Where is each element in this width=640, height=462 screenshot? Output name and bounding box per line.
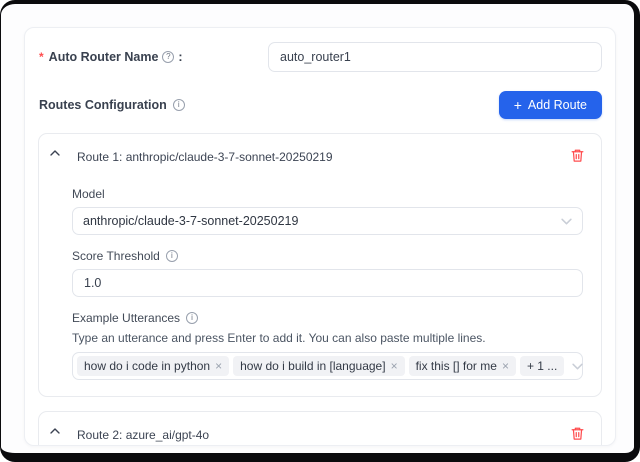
chevron-down-icon (572, 361, 583, 372)
auto-router-name-label: * Auto Router Name ? : (38, 50, 268, 64)
add-route-button[interactable]: + Add Route (499, 91, 602, 119)
model-select-value: anthropic/claude-3-7-sonnet-20250219 (83, 214, 298, 228)
collapse-chevron-up-icon[interactable] (50, 148, 60, 158)
tag-close-icon[interactable]: × (215, 360, 222, 372)
model-label: Model (72, 187, 583, 201)
tag-close-icon[interactable]: × (391, 360, 398, 372)
routes-configuration-label-text: Routes Configuration (39, 98, 167, 112)
route-2-title: Route 2: azure_ai/gpt-4o (77, 428, 570, 442)
example-utterances-label: Example Utterances i (72, 311, 583, 325)
routes-configuration-row: Routes Configuration i + Add Route (38, 91, 602, 119)
collapse-chevron-up-icon[interactable] (50, 426, 60, 436)
delete-route-2-trash-icon[interactable] (570, 426, 585, 441)
example-utterances-label-text: Example Utterances (72, 311, 180, 325)
route-1-title: Route 1: anthropic/claude-3-7-sonnet-202… (77, 150, 570, 164)
utterance-tag-text: how do i code in python (84, 359, 210, 373)
utterances-tag-input[interactable]: how do i code in python × how do i build… (72, 352, 583, 380)
app-window: * Auto Router Name ? : Routes Configurat… (0, 0, 640, 462)
route-1-body: Model anthropic/claude-3-7-sonnet-202502… (39, 176, 601, 396)
utterances-help-text: Type an utterance and press Enter to add… (72, 331, 583, 345)
plus-icon: + (514, 98, 522, 112)
utterance-tag-text: fix this [] for me (416, 359, 497, 373)
add-route-button-label: Add Route (528, 98, 587, 112)
overflow-count-text: + 1 ... (527, 359, 557, 373)
info-icon[interactable]: i (173, 99, 185, 111)
model-label-text: Model (72, 187, 105, 201)
utterance-tag: how do i build in [language] × (233, 356, 404, 376)
utterance-tag-text: how do i build in [language] (240, 359, 385, 373)
auto-router-form-card: * Auto Router Name ? : Routes Configurat… (24, 27, 616, 446)
delete-route-1-trash-icon[interactable] (570, 148, 585, 163)
score-threshold-label-text: Score Threshold (72, 249, 160, 263)
utterance-tag: fix this [] for me × (409, 356, 516, 376)
tag-close-icon[interactable]: × (502, 360, 509, 372)
score-threshold-label: Score Threshold i (72, 249, 583, 263)
auto-router-name-label-text: Auto Router Name (49, 50, 159, 64)
route-1-panel: Route 1: anthropic/claude-3-7-sonnet-202… (38, 133, 602, 397)
route-2-panel: Route 2: azure_ai/gpt-4o (38, 411, 602, 446)
info-icon[interactable]: i (166, 250, 178, 262)
auto-router-name-row: * Auto Router Name ? : (38, 42, 602, 72)
routes-configuration-label: Routes Configuration i (38, 98, 185, 112)
label-colon: : (178, 50, 182, 64)
auto-router-name-input[interactable] (268, 42, 602, 72)
utterance-tag: how do i code in python × (77, 356, 229, 376)
route-2-header[interactable]: Route 2: azure_ai/gpt-4o (39, 412, 601, 446)
required-asterisk: * (39, 50, 44, 64)
info-icon[interactable]: i (186, 312, 198, 324)
help-question-icon[interactable]: ? (162, 51, 174, 63)
route-1-header[interactable]: Route 1: anthropic/claude-3-7-sonnet-202… (39, 134, 601, 176)
score-threshold-input[interactable] (72, 269, 583, 297)
model-select[interactable]: anthropic/claude-3-7-sonnet-20250219 (72, 207, 583, 235)
overflow-count-tag[interactable]: + 1 ... (520, 356, 564, 376)
chevron-down-icon (561, 216, 572, 227)
